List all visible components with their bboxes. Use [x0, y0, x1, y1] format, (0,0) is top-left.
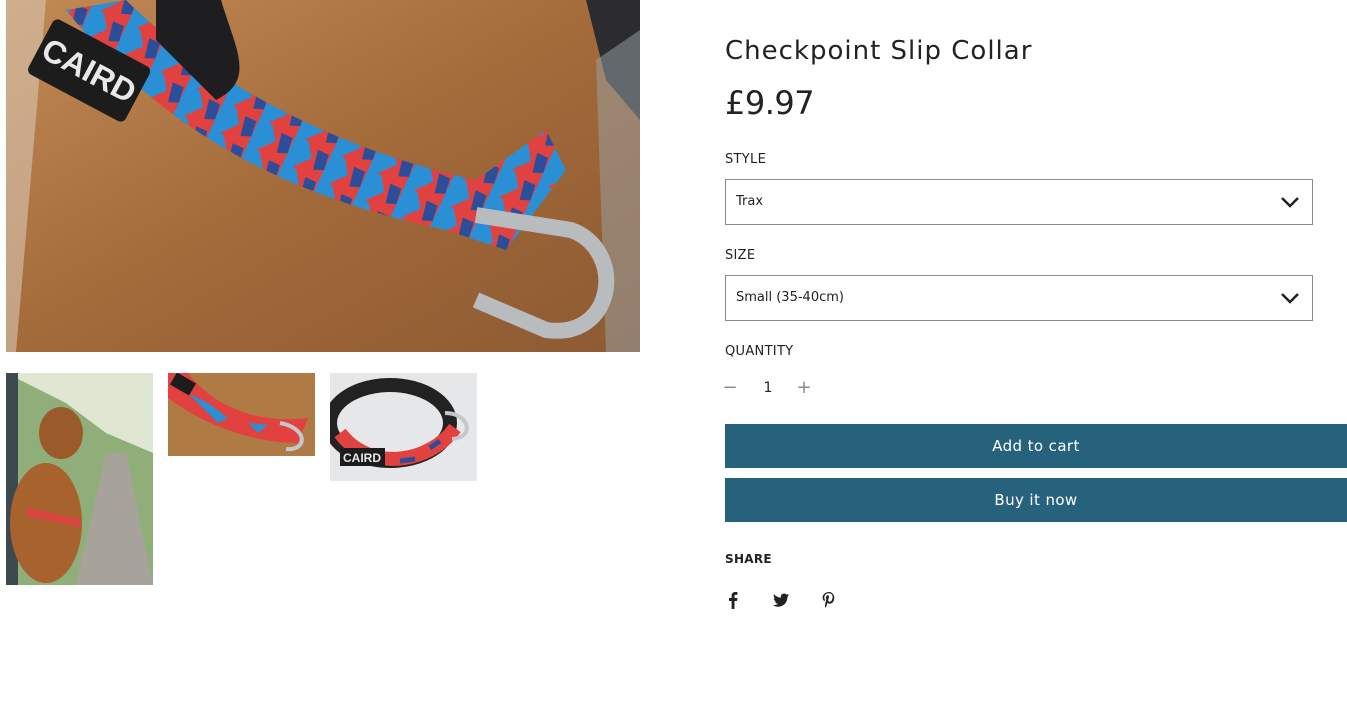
- collar-closeup-photo: CAIRD: [6, 0, 640, 352]
- size-select[interactable]: Small (35-40cm): [725, 275, 1313, 321]
- product-price: £9.97: [725, 84, 815, 122]
- style-label: STYLE: [725, 152, 767, 167]
- pinterest-icon[interactable]: [819, 590, 839, 610]
- add-to-cart-button[interactable]: Add to cart: [725, 424, 1347, 468]
- thumb-logo-text: CAIRD: [343, 451, 381, 465]
- quantity-decrease-button[interactable]: −: [720, 374, 740, 402]
- chevron-down-icon: [1281, 197, 1299, 208]
- collar-product-photo: CAIRD: [330, 373, 477, 481]
- share-label: SHARE: [725, 552, 772, 566]
- chevron-down-icon: [1281, 293, 1299, 304]
- product-title: Checkpoint Slip Collar: [725, 36, 1033, 66]
- buy-it-now-button[interactable]: Buy it now: [725, 478, 1347, 522]
- thumbnail-collar-closeup[interactable]: [168, 373, 315, 456]
- facebook-icon[interactable]: [723, 590, 743, 610]
- style-select[interactable]: Trax: [725, 179, 1313, 225]
- quantity-label: QUANTITY: [725, 344, 794, 359]
- twitter-icon[interactable]: [771, 590, 791, 610]
- thumbnail-dog-on-path[interactable]: [6, 373, 153, 585]
- size-select-value: Small (35-40cm): [736, 290, 844, 305]
- main-product-image[interactable]: CAIRD: [6, 0, 640, 352]
- thumbnail-collar-product[interactable]: CAIRD: [330, 373, 477, 481]
- size-label: SIZE: [725, 248, 756, 263]
- quantity-input[interactable]: 1: [756, 380, 780, 396]
- quantity-increase-button[interactable]: +: [794, 374, 814, 402]
- collar-on-dog-closeup-photo: [168, 373, 315, 456]
- dog-on-path-photo: [6, 373, 153, 585]
- style-select-value: Trax: [736, 194, 764, 209]
